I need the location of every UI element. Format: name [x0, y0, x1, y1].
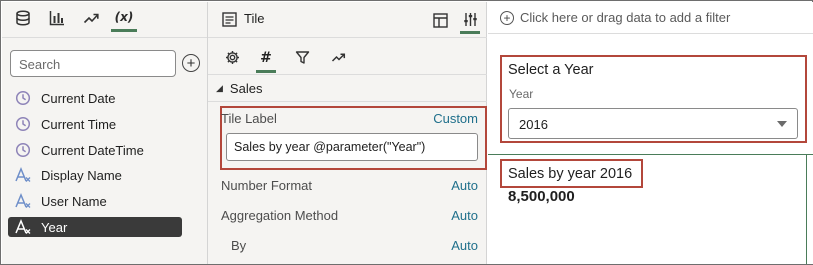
variable-item-user-name[interactable]: User Name — [8, 191, 182, 211]
property-value[interactable]: Auto — [451, 208, 478, 223]
tile-title: Sales by year 2016 — [508, 166, 633, 182]
variable-label: Current DateTime — [41, 142, 144, 158]
filter-bar[interactable]: + Click here or drag data to add a filte… — [488, 2, 813, 34]
variable-item-display-name[interactable]: Display Name — [8, 165, 182, 185]
parameter-title: Select a Year — [508, 62, 594, 78]
parameter-label: Year — [509, 87, 534, 101]
search-placeholder: Search — [19, 57, 61, 72]
number-format-row: Number Format Auto — [221, 178, 478, 193]
variable-item-year[interactable]: Year — [8, 217, 182, 237]
variable-label: Year — [41, 219, 68, 235]
variable-label: Current Time — [41, 116, 117, 132]
variable-label: User Name — [41, 193, 107, 209]
search-input[interactable]: Search — [10, 50, 176, 77]
variable-label: Display Name — [41, 167, 122, 183]
database-icon[interactable] — [11, 7, 35, 29]
clock-icon — [14, 89, 32, 107]
year-select[interactable]: 2016 — [508, 108, 798, 139]
tile-icon — [222, 12, 237, 30]
text-variable-icon — [14, 192, 32, 210]
add-icon[interactable]: + — [182, 54, 200, 72]
selected-year: 2016 — [519, 117, 548, 132]
properties-subtabs: # — [208, 39, 487, 75]
app-window: (x) Search + Current Date Current Time C… — [0, 0, 813, 265]
tile-label-label: Tile Label — [221, 111, 277, 126]
property-value[interactable]: Auto — [451, 178, 478, 193]
analytics-trend-icon[interactable] — [328, 47, 348, 67]
variable-item-current-time[interactable]: Current Time — [8, 114, 182, 134]
variable-item-current-date[interactable]: Current Date — [8, 88, 182, 108]
section-header-sales[interactable]: ◢ Sales — [208, 76, 487, 102]
property-label: Number Format — [221, 178, 313, 193]
property-label: By — [231, 238, 247, 253]
filter-prompt: Click here or drag data to add a filter — [520, 10, 731, 25]
panel-title: Tile — [244, 11, 265, 26]
canvas: + Click here or drag data to add a filte… — [488, 2, 813, 264]
clock-icon — [14, 115, 32, 133]
aggregation-method-row: Aggregation Method Auto — [221, 208, 478, 223]
function-icon[interactable]: (x) — [111, 5, 137, 32]
section-title: Sales — [229, 81, 263, 96]
function-tab-label: (x) — [114, 10, 134, 24]
layout-icon[interactable] — [430, 10, 450, 30]
properties-sliders-icon[interactable] — [460, 7, 480, 34]
tile-border-top — [488, 154, 813, 155]
tile-value: 8,500,000 — [508, 188, 575, 205]
add-filter-icon: + — [500, 10, 514, 25]
property-value[interactable]: Auto — [451, 238, 478, 253]
tile-border-right — [806, 154, 807, 264]
collapse-triangle-icon: ◢ — [216, 83, 223, 93]
bar-chart-icon[interactable] — [45, 7, 69, 29]
data-panel-tabs: (x) — [2, 2, 207, 38]
text-variable-icon — [14, 166, 32, 184]
properties-panel: Tile # ◢ Sales Tile Label Custom Sales b… — [207, 2, 487, 264]
settings-gear-icon[interactable] — [222, 47, 242, 67]
variable-label: Current Date — [41, 90, 116, 106]
clock-icon — [14, 141, 32, 159]
dropdown-caret-icon — [777, 121, 787, 127]
tile-label-row: Tile Label Custom — [221, 111, 478, 126]
property-label: Aggregation Method — [221, 208, 339, 223]
trend-icon[interactable] — [79, 7, 103, 29]
text-variable-icon — [14, 218, 32, 236]
by-row: By Auto — [231, 238, 478, 253]
tile-label-mode[interactable]: Custom — [433, 111, 478, 126]
filter-icon[interactable] — [292, 47, 312, 67]
variable-item-current-datetime[interactable]: Current DateTime — [8, 140, 182, 160]
properties-header: Tile — [208, 2, 487, 38]
data-panel: (x) Search + Current Date Current Time C… — [2, 2, 207, 264]
number-format-icon[interactable]: # — [256, 45, 276, 73]
tile-label-input[interactable]: Sales by year @parameter("Year") — [226, 133, 478, 161]
tile-label-value: Sales by year @parameter("Year") — [234, 140, 426, 154]
